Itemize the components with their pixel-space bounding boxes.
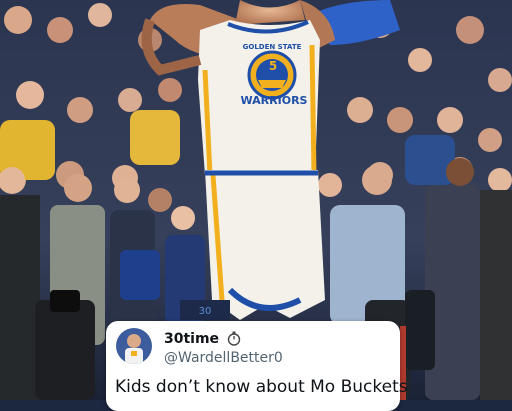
jersey-name-text: WARRIORS [241,94,308,107]
avatar[interactable] [116,328,152,364]
tweet-card[interactable]: 30time @WardellBetter0 Kids don’t know a… [106,321,408,411]
tweet-text: Kids don’t know about Mo Buckets [115,377,408,397]
jersey-team-text: GOLDEN STATE [243,43,302,51]
stopwatch-icon [227,331,241,350]
display-name-text: 30time [164,331,220,347]
arena-sign: 30 [180,300,230,320]
user-handle[interactable]: @WardellBetter0 [164,350,283,366]
svg-text:30: 30 [199,306,212,317]
display-name[interactable]: 30time [164,331,241,350]
jersey-number: 5 [269,59,277,73]
